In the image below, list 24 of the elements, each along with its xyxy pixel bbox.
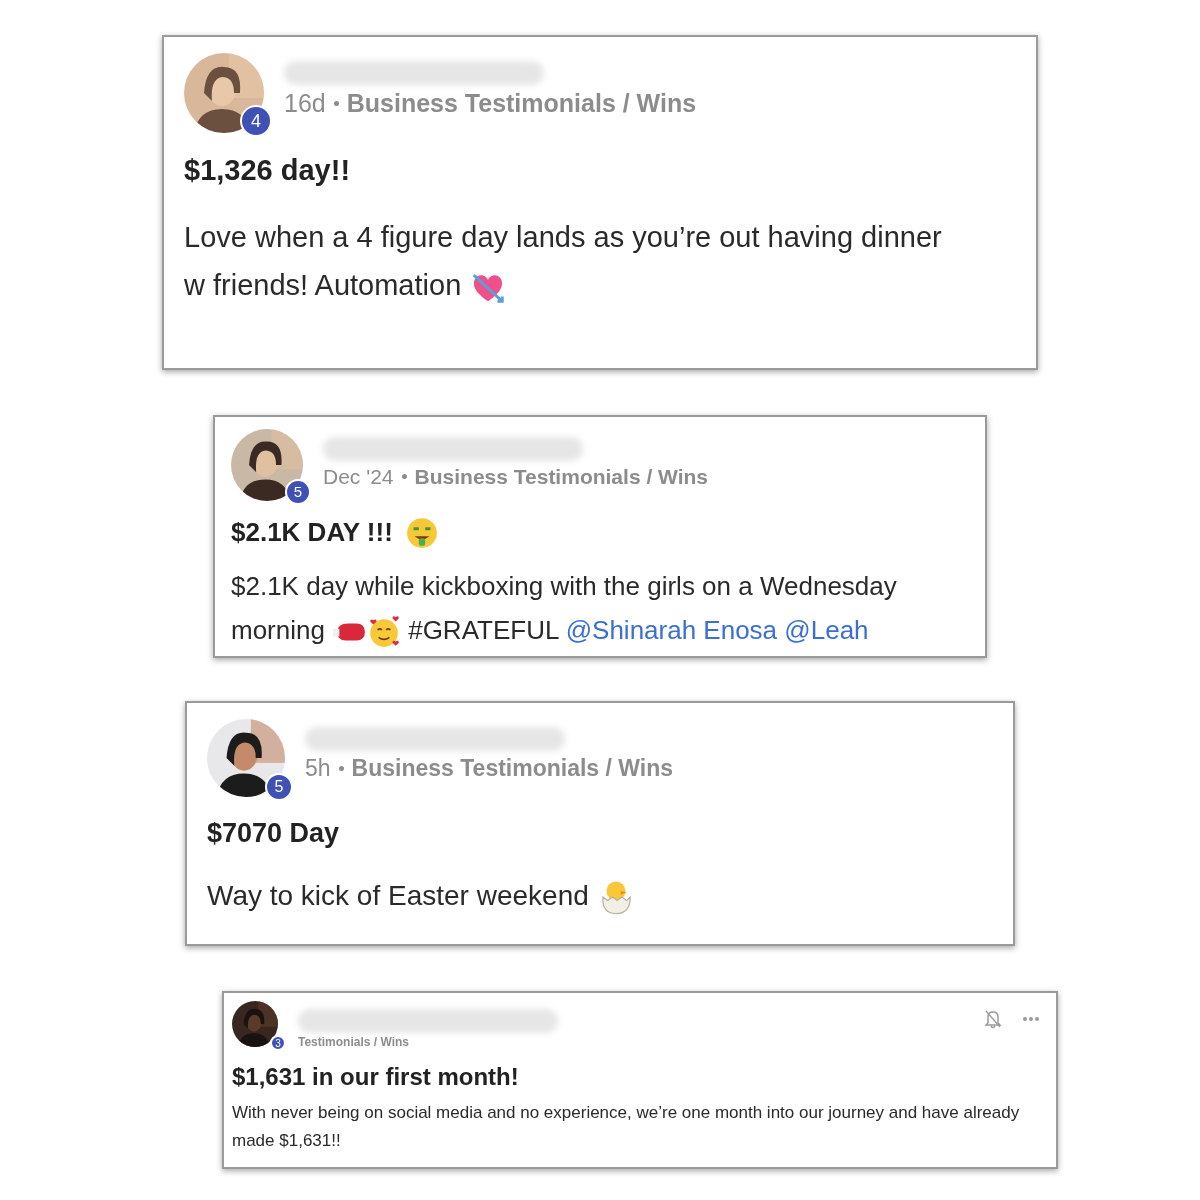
post-time: 16d xyxy=(284,88,326,119)
post-body: With never being on social media and no experience, we’re one month into our journey and have already made $1,631!! xyxy=(232,1102,1021,1152)
post-title: $1,631 in our first month! xyxy=(232,1062,519,1092)
post-time: 5h xyxy=(305,754,331,783)
category-link[interactable]: Business Testimonials / Wins xyxy=(414,461,709,493)
money-face-icon xyxy=(404,515,439,550)
post-body: $2.1K day while kickboxing with the girls on a Wednesday morning #GRATEFUL @Shinarah Enosa @Leah xyxy=(231,564,969,652)
category-link[interactable]: Business Testimonials / Wins xyxy=(346,85,697,123)
level-badge: 5 xyxy=(285,479,311,505)
post-title: $1,326 day!! xyxy=(184,153,351,188)
level-badge: 5 xyxy=(265,773,293,801)
post-title: $2.1K DAY !!! xyxy=(231,516,393,549)
more-icon[interactable] xyxy=(1022,1016,1040,1022)
mention-link[interactable]: @Shinarah Enosa xyxy=(565,615,778,645)
mention-link[interactable]: @Leah xyxy=(784,615,869,645)
post-time: Dec '24 xyxy=(323,464,394,490)
bell-icon[interactable] xyxy=(984,1009,1002,1029)
category-link[interactable]: Testimonials / Wins xyxy=(298,1033,410,1051)
level-badge: 4 xyxy=(240,105,272,137)
post-body: Way to kick of Easter weekend xyxy=(207,873,993,918)
category-link[interactable]: Business Testimonials / Wins xyxy=(351,751,674,786)
level-badge: 3 xyxy=(270,1035,286,1051)
post-body: Love when a 4 figure day lands as you’re out having dinner w friends! Automation xyxy=(184,212,944,309)
post-title: $7070 Day xyxy=(207,817,340,850)
